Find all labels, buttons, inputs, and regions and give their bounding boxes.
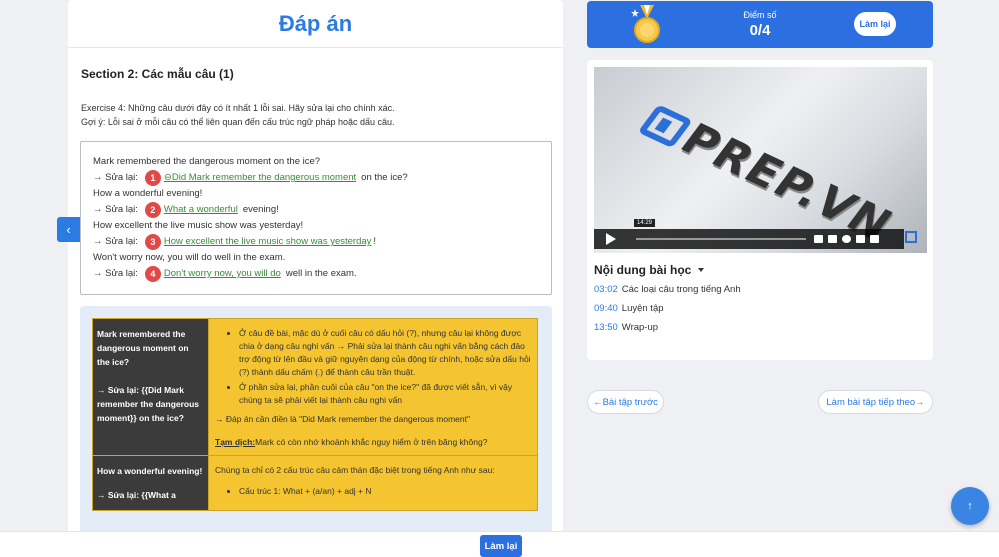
video-logo: PREP.VN [633,97,903,250]
translation-label: Tạm dịch: [215,437,256,447]
answer-number-badge: 4 [144,266,161,282]
exercise-sentence: How excellent the live music show was ye… [93,220,304,231]
lesson-contents-header[interactable]: Nội dung bài học [594,263,705,277]
explanation-question-line: How a wonderful evening! [97,466,203,476]
explanation-question-cell: Mark remembered the dangerous moment on … [92,318,209,456]
collapse-sidebar-button[interactable]: ‹ [57,217,80,242]
medal-icon [631,5,660,43]
chapter-time[interactable]: 09:40 [594,303,618,314]
answer-suffix: well in the exam. [285,268,357,279]
fix-prefix: → Sửa lại: [93,204,138,215]
chapter-item[interactable]: 13:50 Wrap-up [594,322,658,333]
video-controls [594,229,904,249]
chapter-title: Các loại câu trong tiếng Anh [621,284,741,295]
chapter-title: Wrap-up [621,322,659,333]
explanation-intro: Chúng ta chỉ có 2 cấu trúc câu cảm thán … [215,465,495,475]
answer-number-badge: 2 [144,202,161,218]
fix-prefix: → Sửa lại: [93,236,138,247]
answer-suffix: evening! [242,204,279,215]
translation-line: Tạm dịch:Mark có còn nhớ khoảnh khắc ngu… [215,436,531,449]
instruction-line: Gợi ý: Lỗi sai ở mỗi câu có thể liên qua… [81,117,395,127]
video-control-icons [814,235,879,243]
chapter-time[interactable]: 03:02 [594,284,618,295]
retry-button[interactable]: Làm lại [854,12,896,36]
explanation-bullet: Cấu trúc 1: What + (a/an) + adj + N [239,485,531,498]
explanation-panel: Mark remembered the dangerous moment on … [80,306,552,540]
miniplayer-icon[interactable] [856,235,865,243]
instructions: Exercise 4: Những câu dưới đây có ít nhấ… [81,101,395,129]
explanation-question-line: dangerous moment on [97,343,189,353]
explanation-answer: → Đáp án cần điền là "Did Mark remember … [215,414,471,424]
score-value: 0/4 [749,22,771,39]
channel-watermark-icon [905,231,917,243]
volume-icon[interactable] [814,235,823,243]
exercise-fix-line: → Sửa lại: 1 ⊖Did Mark remember the dang… [93,170,539,186]
answer-text[interactable]: What a wonderful [164,202,238,218]
explanation-detail-cell: Ở câu đề bài, mặc dù ở cuối câu có dấu h… [208,318,538,456]
arrow-up-icon: ↑ [967,500,973,512]
answer-text[interactable]: ⊖Did Mark remember the dangerous moment [164,170,356,186]
fix-prefix: → Sửa lại: [93,268,138,279]
answer-number-badge: 1 [144,170,161,186]
explanation-question-line: the ice? [97,357,130,367]
settings-icon[interactable] [842,235,851,243]
answer-title-bar: Đáp án [68,0,563,48]
exercise-fix-line: → Sửa lại: 3 How excellent the live musi… [93,234,539,250]
answer-value: Did Mark remember the dangerous moment [171,172,357,183]
explanation-bullet: Ở phần sửa lại, phần cuối của câu "on th… [239,381,531,407]
chevron-left-icon: ‹ [66,222,71,237]
explanation-detail-cell: Chúng ta chỉ có 2 cấu trúc câu cảm thán … [208,455,538,511]
answer-suffix: ! [373,236,377,247]
fullscreen-icon[interactable] [870,235,879,243]
chapter-title: Luyện tập [621,303,664,314]
score-label: Điểm số [743,10,777,20]
scroll-to-top-button[interactable]: ↑ [951,487,989,525]
chapter-time[interactable]: 13:50 [594,322,618,333]
answer-number-badge: 3 [144,234,161,250]
explanation-question-cell: How a wonderful evening! → Sửa lại: {{Wh… [92,455,209,511]
video-progress-bar[interactable] [636,238,806,240]
chapter-item[interactable]: 03:02 Các loại câu trong tiếng Anh [594,284,741,295]
exercise-sentence: How a wonderful evening! [93,188,203,199]
video-player[interactable]: PREP.VN 14:29 [594,67,927,253]
translation-text: Mark có còn nhớ khoảnh khắc nguy hiểm ở … [255,437,488,447]
exercise-fix-line: → Sửa lại: 4 Don't worry now, you will d… [93,266,539,282]
answer-text[interactable]: Don't worry now, you will do [164,266,281,282]
instruction-line: Exercise 4: Những câu dưới đây có ít nhấ… [81,103,395,113]
explanation-bullet: Ở câu đề bài, mặc dù ở cuối câu có dấu h… [239,327,531,379]
answer-text[interactable]: How excellent the live music show was ye… [164,234,372,250]
exercise-sentence: Won't worry now, you will do well in the… [93,252,286,263]
explanation-bullets: Ở câu đề bài, mặc dù ở cuối câu có dấu h… [215,327,531,407]
exercise-sentence: Mark remembered the dangerous moment on … [93,156,321,167]
explanation-question-line: moment}} on the ice? [97,413,184,423]
section-title: Section 2: Các mẫu câu (1) [81,67,234,81]
video-time-tooltip: 14:29 [634,219,656,227]
explanation-question-line: Mark remembered the [97,329,186,339]
captions-icon[interactable] [828,235,837,243]
previous-exercise-button[interactable]: ←Bài tập trước [587,390,664,414]
fix-prefix: → Sửa lại: [93,172,138,183]
exercise-fix-line: → Sửa lại: 2 What a wonderful evening! [93,202,539,218]
play-icon[interactable] [606,233,616,245]
table-row: Mark remembered the dangerous moment on … [92,318,538,456]
next-exercise-button[interactable]: Làm bài tập tiếp theo→ [818,390,933,414]
explanation-question-line: → Sửa lại: {{What a [97,490,176,500]
lesson-heading: Nội dung bài học [594,263,692,277]
answer-panel: Đáp án Section 2: Các mẫu câu (1) Exerci… [68,0,563,540]
explanation-question-line: → Sửa lại: {{Did Mark [97,385,184,395]
explanation-question-line: remember the dangerous [97,399,200,409]
chapter-item[interactable]: 09:40 Luyện tập [594,303,664,314]
retry-bottom-button[interactable]: Làm lại [480,535,522,557]
table-row: How a wonderful evening! → Sửa lại: {{Wh… [92,455,538,511]
answer-suffix: on the ice? [361,172,408,183]
explanation-bullets: Cấu trúc 1: What + (a/an) + adj + N [215,485,531,498]
page-title: Đáp án [278,10,353,36]
chevron-down-icon [698,268,705,272]
explanation-table: Mark remembered the dangerous moment on … [92,318,538,511]
exercise-box: Mark remembered the dangerous moment on … [80,141,552,295]
